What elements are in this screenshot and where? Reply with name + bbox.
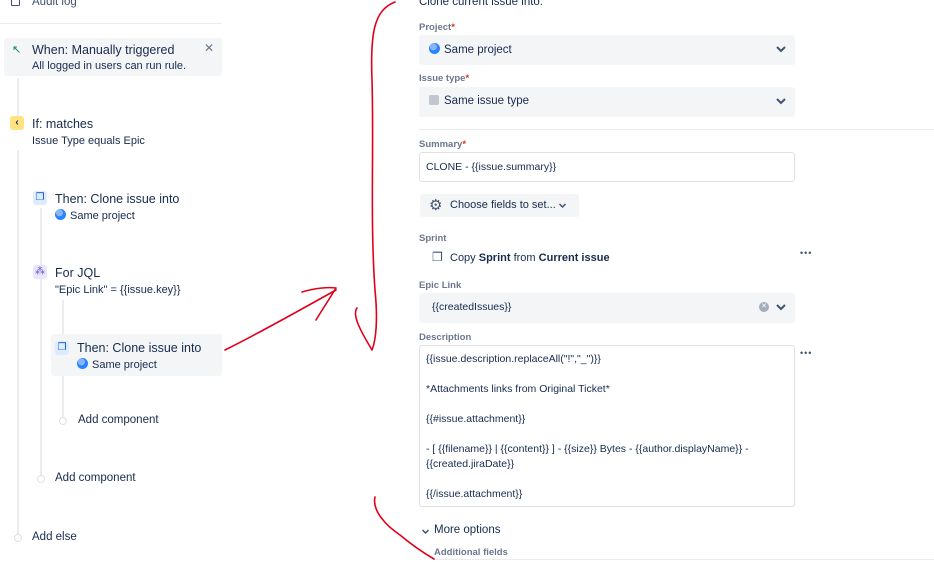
annotation-arrow-line xyxy=(224,289,337,351)
annotation-bracket-lower xyxy=(373,496,435,560)
annotation-bracket xyxy=(354,1,396,351)
annotation-drawing xyxy=(224,1,435,560)
